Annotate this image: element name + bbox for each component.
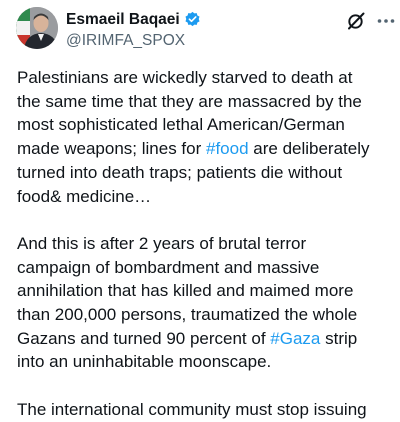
text-line: the same time that they are massacred by… [17, 91, 362, 111]
author-names: Esmaeil Baqaei @IRIMFA_SPOX [66, 10, 201, 50]
author-display-name[interactable]: Esmaeil Baqaei [66, 11, 180, 29]
more-icon[interactable] [376, 11, 396, 31]
tweet-text: Palestinians are wickedly starved to dea… [17, 66, 391, 422]
tweet-paragraph-3: The international community must stop is… [17, 398, 391, 422]
text-line: Gazans and turned 90 percent of [17, 328, 271, 348]
tweet-paragraph-1: Palestinians are wickedly starved to dea… [17, 66, 391, 208]
avatar-portrait [16, 7, 58, 49]
text-line: most sophisticated lethal American/Germa… [17, 115, 345, 135]
hashtag-gaza-link[interactable]: #Gaza [270, 329, 320, 348]
verified-badge-icon [184, 11, 201, 28]
text-line: food& medicine… [17, 186, 152, 206]
text-line: than 200,000 persons, traumatized the wh… [17, 305, 358, 325]
text-line: made weapons; lines for [17, 139, 206, 159]
hashtag-food-link[interactable]: #food [206, 139, 249, 158]
tweet-header: Esmaeil Baqaei @IRIMFA_SPOX [0, 0, 400, 56]
text-line: The international community must stop is… [17, 399, 367, 419]
author-handle[interactable]: @IRIMFA_SPOX [66, 32, 201, 50]
avatar[interactable] [16, 7, 58, 49]
text-line: campaign of bombardment and massive [17, 257, 320, 277]
name-row: Esmaeil Baqaei [66, 10, 201, 29]
text-line: strip [320, 328, 358, 348]
text-line: into an uninhabitable moonscape. [17, 352, 272, 372]
text-line: are deliberately [248, 139, 370, 159]
text-line: annihilation that has killed and maimed … [17, 281, 354, 301]
tweet-paragraph-2: And this is after 2 years of brutal terr… [17, 232, 391, 374]
text-line: Palestinians are wickedly starved to dea… [17, 68, 353, 87]
text-line: turned into death traps; patients die wi… [17, 162, 343, 182]
grok-icon[interactable] [346, 11, 366, 31]
text-line: And this is after 2 years of brutal terr… [17, 233, 307, 253]
